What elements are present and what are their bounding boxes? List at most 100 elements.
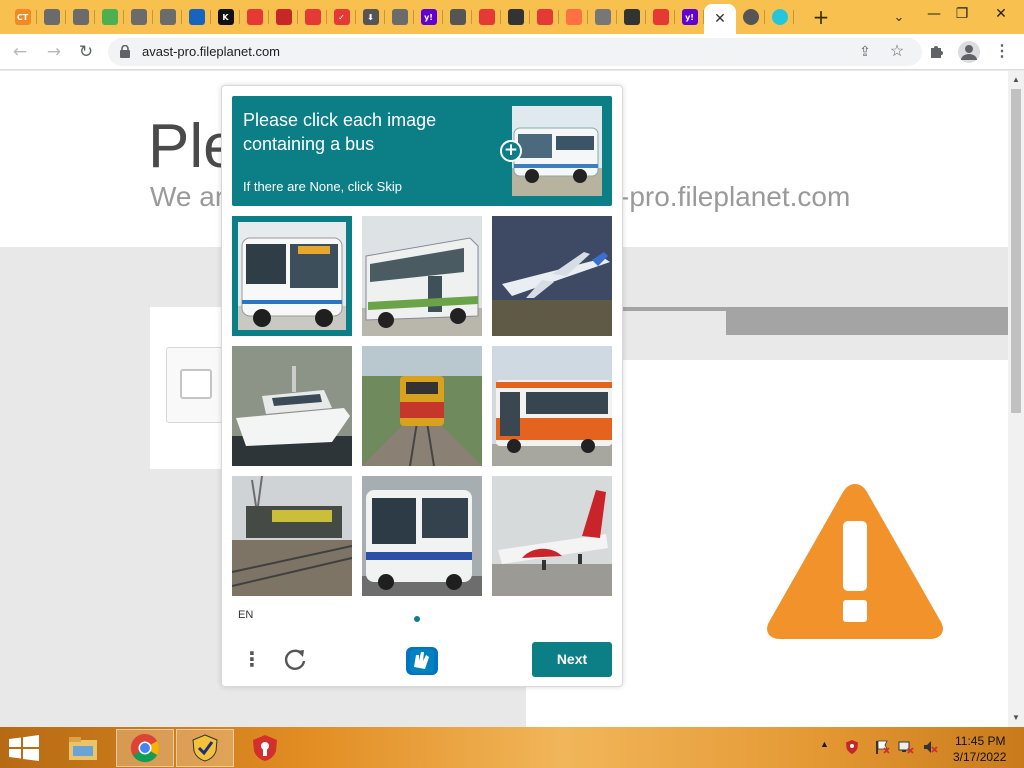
shield-x-icon xyxy=(536,9,553,25)
globe-icon xyxy=(43,9,60,25)
page-subtitle-left: We ar xyxy=(150,181,225,212)
globe-icon xyxy=(159,9,176,25)
browser-tab[interactable] xyxy=(443,4,472,30)
diamond-icon xyxy=(771,9,788,25)
clock-icon xyxy=(507,9,524,25)
browser-tab[interactable]: CT xyxy=(8,4,37,30)
back-button[interactable]: ← xyxy=(8,40,32,64)
browser-tab[interactable] xyxy=(472,4,501,30)
browser-tab[interactable] xyxy=(298,4,327,30)
expand-example-icon[interactable]: + xyxy=(500,140,522,162)
browser-tab[interactable] xyxy=(617,4,646,30)
browser-tab[interactable] xyxy=(95,4,124,30)
browser-tab[interactable] xyxy=(646,4,675,30)
browser-tab[interactable] xyxy=(501,4,530,30)
reload-button[interactable]: ↻ xyxy=(74,40,98,64)
example-bus-image xyxy=(512,106,602,196)
browser-tab[interactable] xyxy=(66,4,95,30)
challenge-tile-3[interactable] xyxy=(492,216,612,336)
tray-shield-icon[interactable] xyxy=(844,739,860,755)
red-badge-icon xyxy=(304,9,321,25)
taskbar-file-explorer[interactable] xyxy=(54,729,112,767)
browser-tab[interactable] xyxy=(124,4,153,30)
browser-tab[interactable] xyxy=(530,4,559,30)
challenge-tile-6[interactable] xyxy=(492,346,612,466)
address-bar[interactable]: avast-pro.fileplanet.com ⇪ ☆ xyxy=(108,38,922,66)
browser-tab[interactable] xyxy=(385,4,414,30)
tray-volume-icon[interactable] xyxy=(922,739,938,755)
browser-tab[interactable] xyxy=(559,4,588,30)
globe-icon xyxy=(130,9,147,25)
scroll-down-arrow-icon[interactable]: ▼ xyxy=(1008,711,1024,725)
browser-tab[interactable] xyxy=(37,4,66,30)
challenge-tile-8[interactable] xyxy=(362,476,482,596)
shield-red-icon xyxy=(478,9,495,25)
yahoo-icon: y! xyxy=(420,9,437,25)
challenge-tile-9[interactable] xyxy=(492,476,612,596)
rainbow-icon xyxy=(565,9,582,25)
browser-tab[interactable] xyxy=(765,4,794,30)
tab-search-button[interactable]: ⌄ xyxy=(888,6,910,28)
profile-avatar-icon[interactable] xyxy=(958,41,980,63)
scrollbar-thumb[interactable] xyxy=(1011,89,1021,413)
challenge-tile-1[interactable] xyxy=(232,216,352,336)
new-tab-button[interactable]: + xyxy=(808,4,834,30)
tray-overflow-icon[interactable]: ▲ xyxy=(820,739,829,749)
close-window-button[interactable]: ✕ xyxy=(978,0,1024,30)
share-icon[interactable]: ⇪ xyxy=(856,43,874,61)
bookmark-star-icon[interactable]: ☆ xyxy=(888,41,906,60)
forward-button[interactable]: → xyxy=(42,40,66,64)
browser-menu-icon[interactable]: ⋮ xyxy=(994,41,1010,63)
globe-icon xyxy=(391,9,408,25)
challenge-prompt-text: Please click each image containing a bus xyxy=(243,110,437,154)
next-button[interactable]: Next xyxy=(532,642,612,677)
taskbar-clock-time[interactable]: 11:45 PM xyxy=(955,734,1005,748)
page-scrollbar[interactable]: ▲ ▼ xyxy=(1008,71,1024,727)
language-selector[interactable]: EN xyxy=(238,609,253,621)
taskbar-shield-app[interactable] xyxy=(236,729,294,767)
file-explorer-icon xyxy=(69,737,97,760)
browser-tab[interactable] xyxy=(153,4,182,30)
shield-check-icon xyxy=(594,9,611,25)
globe-icon xyxy=(72,9,89,25)
url-text[interactable]: avast-pro.fileplanet.com xyxy=(142,44,280,59)
challenge-page-indicator xyxy=(414,616,420,622)
tab-list: CT K ✓ ⬇ y! y! ✕ xyxy=(8,4,794,34)
extensions-puzzle-icon[interactable] xyxy=(928,42,948,62)
ct-icon: CT xyxy=(14,9,31,25)
browser-tab[interactable]: y! xyxy=(675,4,704,30)
browser-tab[interactable]: ✓ xyxy=(327,4,356,30)
browser-tab[interactable]: K xyxy=(211,4,240,30)
refresh-challenge-icon[interactable] xyxy=(282,646,308,672)
restore-button[interactable]: ❐ xyxy=(944,0,980,30)
taskbar-norton[interactable] xyxy=(176,729,234,767)
scroll-up-arrow-icon[interactable]: ▲ xyxy=(1008,73,1024,87)
shield-blue-icon xyxy=(188,9,205,25)
yahoo-icon: y! xyxy=(681,9,698,25)
search-icon xyxy=(742,9,759,25)
tray-flag-icon[interactable] xyxy=(874,739,890,755)
browser-tab[interactable] xyxy=(182,4,211,30)
captcha-menu-icon[interactable]: ⋮ xyxy=(242,646,262,672)
challenge-tile-7[interactable] xyxy=(232,476,352,596)
close-tab-icon[interactable]: ✕ xyxy=(714,11,726,27)
captcha-checkbox[interactable] xyxy=(180,369,212,399)
tray-network-icon[interactable] xyxy=(898,739,914,755)
browser-tab[interactable]: y! xyxy=(414,4,443,30)
windows-taskbar: ▲ 11:45 PM 3/17/2022 xyxy=(0,727,1024,768)
browser-tab[interactable] xyxy=(269,4,298,30)
active-browser-tab[interactable]: ✕ xyxy=(704,4,736,34)
browser-tab[interactable]: ⬇ xyxy=(356,4,385,30)
tab-strip: CT K ✓ ⬇ y! y! ✕ + ⌄ — ❐ ✕ xyxy=(0,0,1024,34)
browser-tab[interactable] xyxy=(736,4,765,30)
windows-start-icon[interactable] xyxy=(8,735,40,761)
taskbar-chrome[interactable] xyxy=(116,729,174,767)
browser-tab[interactable] xyxy=(588,4,617,30)
challenge-tile-4[interactable] xyxy=(232,346,352,466)
challenge-tile-5[interactable] xyxy=(362,346,482,466)
lock-icon[interactable] xyxy=(120,45,130,58)
browser-tab[interactable] xyxy=(240,4,269,30)
challenge-tile-2[interactable] xyxy=(362,216,482,336)
chrome-icon xyxy=(130,733,159,763)
taskbar-clock-date[interactable]: 3/17/2022 xyxy=(953,750,1006,764)
